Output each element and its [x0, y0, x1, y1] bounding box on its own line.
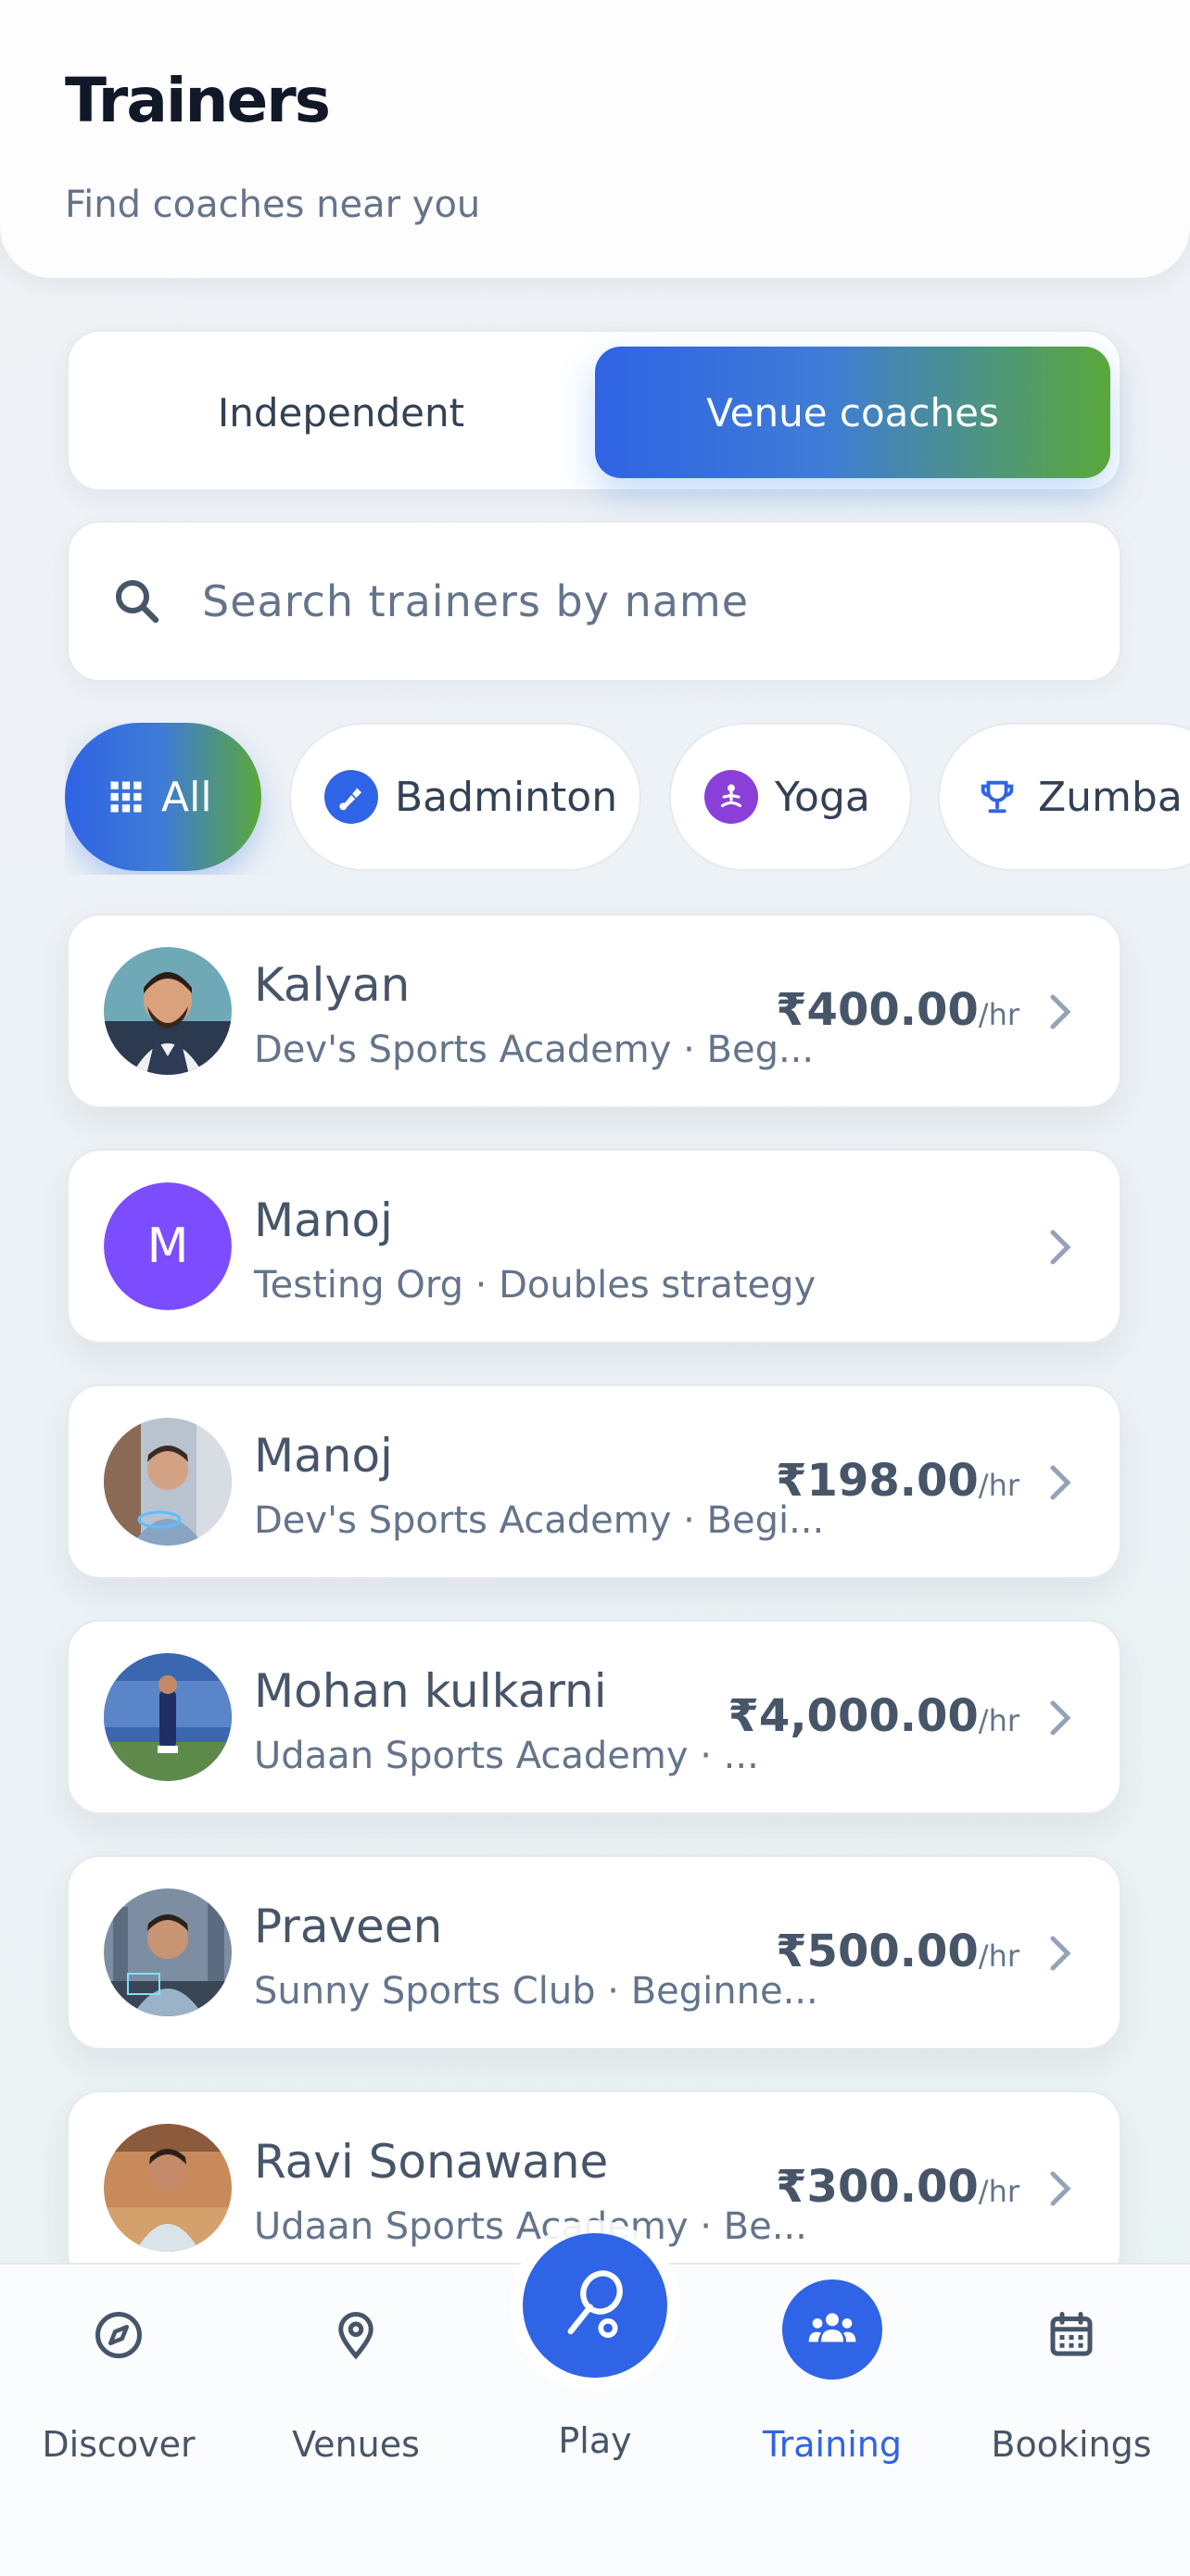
play-button[interactable] — [523, 2233, 667, 2378]
chevron-right-icon — [1050, 1465, 1071, 1500]
trainer-subtitle: Dev's Sports Academy · Begi... — [254, 1499, 825, 1542]
filter-chip-zumba[interactable]: Zumba — [938, 723, 1190, 871]
trainer-name: Praveen — [254, 1900, 443, 1953]
racket-icon — [567, 2270, 623, 2338]
search-placeholder: Search trainers by name — [202, 576, 750, 626]
trainer-price: ₹300.00/hr — [776, 2161, 1019, 2213]
nav-label: Play — [558, 2420, 632, 2461]
trainer-name: Ravi Sonawane — [254, 2135, 609, 2189]
grid-icon — [106, 777, 146, 817]
trainer-subtitle: Sunny Sports Club · Beginne... — [254, 1970, 818, 2013]
chevron-right-icon — [1050, 1700, 1071, 1736]
trainer-price: ₹198.00/hr — [776, 1455, 1019, 1507]
coach-type-toggle: Independent Venue coaches — [67, 330, 1121, 491]
trainer-subtitle: Dev's Sports Academy · Beg... — [254, 1029, 815, 1071]
calendar-icon — [1050, 2312, 1093, 2356]
avatar — [104, 2124, 232, 2252]
filter-chip-label: Zumba — [1038, 773, 1183, 821]
avatar — [104, 1418, 232, 1546]
search-icon — [116, 580, 159, 624]
trainer-card[interactable]: Praveen Sunny Sports Club · Beginne... ₹… — [67, 1855, 1121, 2050]
nav-label: Bookings — [991, 2424, 1152, 2465]
chevron-right-icon — [1050, 994, 1071, 1029]
search-input[interactable]: Search trainers by name — [67, 521, 1121, 682]
chevron-right-icon — [1050, 1936, 1071, 1971]
filter-chip-all[interactable]: All — [65, 723, 261, 871]
chevron-right-icon — [1050, 2171, 1071, 2206]
nav-label: Training — [763, 2424, 902, 2465]
page-subtitle: Find coaches near you — [65, 183, 481, 226]
trainer-subtitle: Udaan Sports Academy · ... — [254, 1735, 759, 1777]
trainer-name: Mohan kulkarni — [254, 1664, 607, 1718]
trainer-name: Manoj — [254, 1429, 393, 1483]
training-nav-icon[interactable] — [782, 2279, 882, 2380]
trainer-card[interactable]: Manoj Dev's Sports Academy · Begi... ₹19… — [67, 1384, 1121, 1579]
trainer-name: Manoj — [254, 1193, 393, 1247]
trainer-card[interactable]: M Manoj Testing Org · Doubles strategy — [67, 1149, 1121, 1344]
trainer-card[interactable]: Mohan kulkarni Udaan Sports Academy · ..… — [67, 1620, 1121, 1814]
location-pin-icon — [338, 2312, 373, 2360]
trophy-icon — [973, 773, 1021, 821]
chevron-right-icon — [1050, 1230, 1071, 1265]
compass-icon — [95, 2312, 142, 2358]
filter-chip-label: Yoga — [775, 773, 870, 821]
trainer-price: ₹500.00/hr — [776, 1926, 1019, 1977]
nav-label: Venues — [292, 2424, 420, 2465]
avatar — [104, 1888, 232, 2016]
yoga-icon — [704, 770, 758, 824]
trainer-subtitle: Testing Org · Doubles strategy — [254, 1264, 817, 1307]
avatar-initial: M — [104, 1182, 232, 1310]
filter-chip-label: All — [161, 773, 212, 821]
trainer-price: ₹400.00/hr — [776, 984, 1019, 1036]
avatar: M — [104, 1182, 232, 1310]
avatar — [104, 1653, 232, 1781]
page-title: Trainers — [65, 65, 331, 136]
nav-label: Discover — [42, 2424, 196, 2465]
avatar — [104, 947, 232, 1075]
group-icon — [808, 2313, 856, 2342]
page-header: Trainers Find coaches near you — [0, 0, 1190, 278]
trainer-name: Kalyan — [254, 958, 411, 1012]
filter-chip-badminton[interactable]: Badminton — [289, 723, 641, 871]
toggle-venue-coaches[interactable]: Venue coaches — [595, 347, 1110, 478]
shuttlecock-icon — [324, 770, 378, 824]
trainer-price: ₹4,000.00/hr — [728, 1690, 1019, 1742]
trainer-card[interactable]: Kalyan Dev's Sports Academy · Beg... ₹40… — [67, 914, 1121, 1108]
filter-chip-yoga[interactable]: Yoga — [669, 723, 912, 871]
trainer-subtitle: Udaan Sports Academy · Be... — [254, 2205, 807, 2248]
toggle-independent[interactable]: Independent — [83, 347, 599, 478]
sport-filter-chips: All Badminton Yoga Zumba — [65, 723, 1190, 875]
filter-chip-label: Badminton — [395, 773, 618, 821]
